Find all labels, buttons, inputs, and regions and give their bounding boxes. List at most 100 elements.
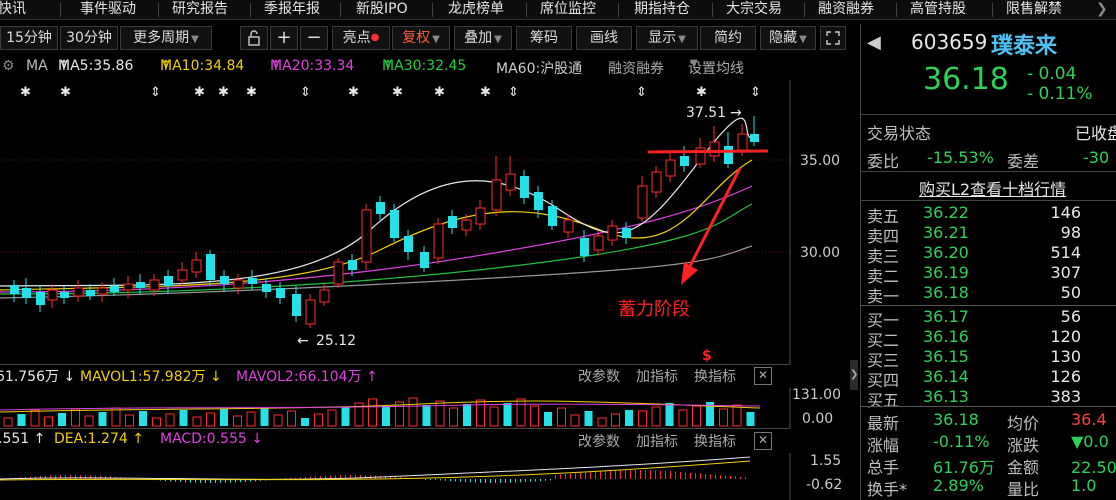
trade-status-value: 已收盘 [1075, 124, 1116, 143]
macd-bar [430, 479, 431, 480]
volume-tick-zero: 0.00 [802, 411, 833, 427]
resistance-line [647, 149, 769, 154]
volume-bar [152, 417, 161, 427]
dollar-signal-icon[interactable]: $ [702, 348, 712, 364]
nav-item-unlock[interactable]: 限售解禁 [1002, 0, 1066, 19]
asks-row-price: 36.21 [923, 223, 969, 242]
zoom-in-icon[interactable]: + [270, 26, 298, 50]
nav-item-dragon-tiger[interactable]: 龙虎榜单 [444, 0, 508, 19]
nav-item-seat-monitor[interactable]: 席位监控 [536, 0, 600, 19]
bids-row-price: 36.15 [923, 347, 969, 366]
volume-bar [44, 416, 53, 427]
macd-bar [680, 471, 681, 479]
period-30min-button[interactable]: 30分钟 [60, 26, 118, 50]
candle-body [60, 292, 69, 298]
macd-bar [590, 471, 591, 479]
close-icon[interactable]: ✕ [754, 432, 772, 450]
volume-switch-indicator-button[interactable]: 换指标 [694, 366, 736, 386]
lock-icon[interactable] [240, 26, 268, 50]
nav-item-futures[interactable]: 期指持仓 [630, 0, 694, 19]
macd-bar [435, 479, 436, 480]
highlight-button[interactable]: 亮点● [332, 26, 390, 50]
low-price-label: 25.12 [316, 333, 356, 349]
volume-adjust-button[interactable]: 改参数 [578, 366, 620, 386]
chips-button[interactable]: 筹码 [516, 26, 572, 50]
top-nav-bar: 快讯 事件驱动 研究报告 季报年报 新股IPO 龙虎榜单 席位监控 期指持仓 大… [0, 0, 1116, 20]
volume-chart[interactable]: 131.00 0.00 [0, 388, 858, 428]
volume-bar [463, 404, 471, 426]
candle-body [248, 278, 257, 284]
simple-mode-button[interactable]: 简约 [700, 26, 756, 50]
volume-bar [314, 413, 323, 427]
pane-divider [0, 364, 790, 365]
candle-body [520, 176, 529, 198]
back-arrow-icon[interactable]: ◀ [867, 32, 881, 53]
candle-body [580, 238, 589, 256]
draw-line-button[interactable]: 画线 [576, 26, 632, 50]
bids-row-price: 36.13 [923, 387, 969, 406]
nav-item-events[interactable]: 事件驱动 [76, 0, 140, 19]
candle-body [607, 225, 618, 241]
macd-switch-indicator-button[interactable]: 换指标 [694, 431, 736, 451]
candle-body [622, 228, 631, 238]
overlay-dropdown[interactable]: 叠加 ▼ [454, 26, 512, 50]
nav-item-block-trade[interactable]: 大宗交易 [722, 0, 786, 19]
nav-item-news[interactable]: 快讯 [0, 0, 30, 19]
annotation-label: 蓄力阶段 [618, 299, 690, 320]
fuquan-dropdown[interactable]: 复权 ▼ [392, 26, 450, 50]
stat-label: 金额 [1007, 458, 1040, 477]
nav-item-ipo[interactable]: 新股IPO [352, 0, 412, 19]
bids-row-price: 36.14 [923, 367, 969, 386]
macd-bar [550, 479, 551, 481]
volume-tick-max: 131.00 [792, 388, 841, 403]
nav-item-reports[interactable]: 季报年报 [260, 0, 324, 19]
nav-item-margin[interactable]: 融资融券 [814, 0, 878, 19]
collapse-panel-icon[interactable]: ❯ [850, 360, 858, 390]
volume-bar [611, 413, 620, 427]
macd-bar [700, 473, 701, 479]
low-arrow-icon: ← [297, 333, 309, 349]
event-star-icon: ✱ [480, 85, 491, 100]
annotation-arrowhead-icon [681, 262, 698, 285]
nav-item-research[interactable]: 研究报告 [168, 0, 232, 19]
macd-bar [425, 479, 426, 480]
l2-upgrade-link[interactable]: 购买L2查看十档行情 [919, 176, 1066, 200]
hide-dropdown[interactable]: 隐藏 ▼ [760, 26, 816, 50]
volume-bar [71, 408, 80, 427]
event-star-icon: ✱ [696, 85, 707, 100]
candle-body [737, 133, 748, 151]
bids-row-volume: 56 [1060, 307, 1081, 326]
macd-chart[interactable]: 1.55 -0.62 [0, 453, 858, 500]
period-15min-button[interactable]: 15分钟 [0, 26, 58, 50]
more-periods-dropdown[interactable]: 更多周期 ▼ [120, 26, 212, 50]
macd-bar [690, 472, 691, 479]
close-icon[interactable]: ✕ [754, 367, 772, 385]
candle-body [404, 236, 413, 252]
macd-tick-min: -0.62 [806, 477, 842, 493]
event-markers[interactable]: ✱ ✱ ⇕ ✱ ✱ ✱ ⇕ ✱ ✱ ✱ ✱ ⇕ ⇕ ✱ ⇕ [20, 85, 761, 100]
macd-bar [610, 470, 611, 479]
volume-bar [746, 412, 755, 426]
zoom-out-icon[interactable]: − [300, 26, 328, 50]
volume-bars [3, 397, 755, 427]
macd-add-indicator-button[interactable]: 加指标 [636, 431, 678, 451]
macd-adjust-button[interactable]: 改参数 [578, 431, 620, 451]
price-tick-35: 35.00 [800, 153, 840, 169]
chart-toolbar: 15分钟 30分钟 更多周期 ▼ + − 亮点● 复权 ▼ 叠加 ▼ 筹码 画线 显示… [0, 24, 858, 54]
macd-bar [450, 479, 451, 482]
nav-item-executive[interactable]: 高管持股 [906, 0, 970, 19]
asks-row-label: 卖一 [867, 287, 900, 306]
volume-add-indicator-button[interactable]: 加指标 [636, 366, 678, 386]
bids-row-label: 买五 [867, 391, 900, 410]
asks-row-price: 36.18 [923, 283, 969, 302]
fullscreen-icon[interactable] [820, 26, 846, 50]
volume-bar [516, 398, 526, 427]
candle-body [534, 192, 543, 210]
display-dropdown[interactable]: 显示 ▼ [636, 26, 698, 50]
candle-body [292, 294, 301, 316]
candlestick-chart[interactable]: 35.00 30.00 ✱ ✱ ⇕ ✱ ✱ ✱ ⇕ ✱ ✱ ✱ ✱ ⇕ ⇕ ✱ ⇕ 蓄力阶段 37.51 →… [0, 80, 858, 364]
margin-link[interactable]: 融资融券 [608, 58, 664, 78]
nav-scroll-right-icon[interactable]: ❯ [1092, 0, 1112, 19]
stat-label: 总手 [867, 458, 900, 477]
settings-gear-icon[interactable]: ⚙ [2, 58, 15, 74]
